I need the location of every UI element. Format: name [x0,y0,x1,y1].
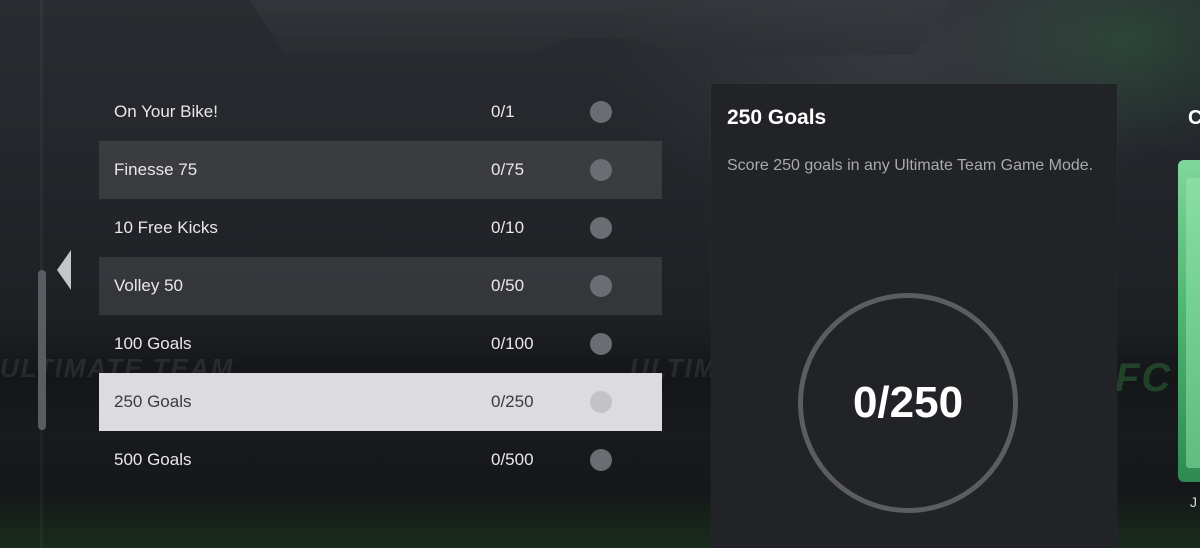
objective-row[interactable]: On Your Bike! 0/1 [99,83,662,141]
objective-row[interactable]: 10 Free Kicks 0/10 [99,199,662,257]
status-dot-icon [590,159,612,181]
objective-list: On Your Bike! 0/1 Finesse 75 0/75 10 Free Ki… [99,83,662,489]
objective-title: 100 Goals [114,334,192,353]
objective-row[interactable]: Volley 50 0/50 [99,257,662,315]
objective-progress: 0/10 [491,218,525,237]
reward-card-art [1186,178,1200,468]
objective-row[interactable]: 100 Goals 0/100 [99,315,662,373]
detail-description: Score 250 goals in any Ultimate Team Gam… [727,157,1094,174]
objective-title: 250 Goals [114,392,192,411]
status-dot-icon [590,217,612,239]
objective-progress: 0/1 [491,102,515,121]
status-dot-icon [590,333,612,355]
reward-header: C [1188,107,1200,129]
objective-title: 500 Goals [114,450,192,469]
objectives-screen: ULTIMATE TEAM ULTIMATE TEAM FC On Your B… [0,0,1200,548]
objective-progress: 0/50 [491,276,525,295]
status-dot-icon [590,391,612,413]
detail-title: 250 Goals [727,106,827,129]
reward-card-caption: J [1190,494,1197,510]
scrollbar[interactable] [38,270,46,430]
objective-detail-panel: 250 Goals Score 250 goals in any Ultimat… [711,84,1117,548]
background-banner [250,0,950,55]
objective-progress: 0/75 [491,160,525,179]
progress-counter: 0/250 [852,378,964,427]
status-dot-icon [590,101,612,123]
objective-title: 10 Free Kicks [114,218,218,237]
status-dot-icon [590,449,612,471]
objective-progress: 0/100 [491,334,534,353]
objective-row[interactable]: Finesse 75 0/75 [99,141,662,199]
objective-row[interactable]: 250 Goals 0/250 [99,373,662,431]
background-fc-text: FC [1115,356,1173,400]
objective-progress: 0/250 [491,392,534,411]
objective-title: Volley 50 [114,276,183,295]
objective-title: On Your Bike! [114,102,218,121]
chevron-left-icon[interactable] [57,250,71,290]
objective-title: Finesse 75 [114,160,198,179]
status-dot-icon [590,275,612,297]
objective-progress: 0/500 [491,450,534,469]
objective-row[interactable]: 500 Goals 0/500 [99,431,662,489]
